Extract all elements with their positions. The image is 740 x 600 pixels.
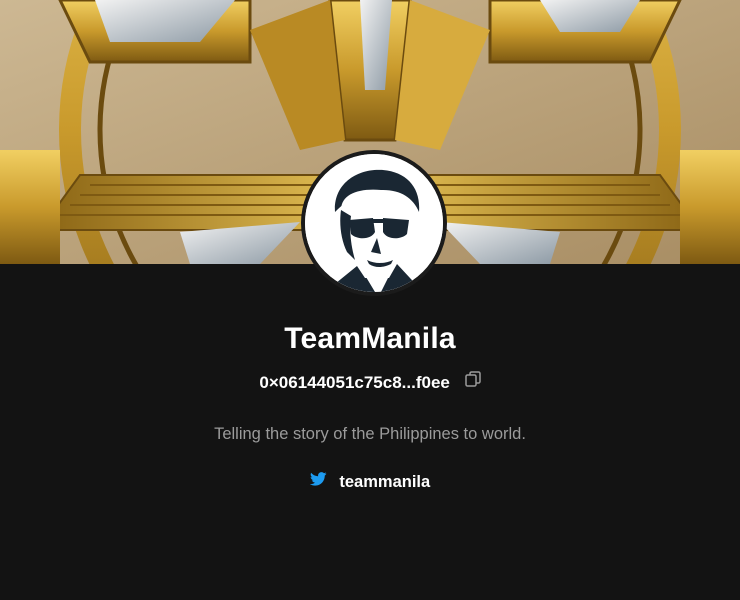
wallet-address-row: 0×06144051c75c8...f0ee — [0, 371, 740, 394]
profile-bio: Telling the story of the Philippines to … — [214, 425, 526, 443]
wallet-address: 0×06144051c75c8...f0ee — [259, 373, 450, 392]
profile-name: TeamManila — [284, 322, 456, 355]
twitter-link[interactable]: teammanila — [0, 472, 740, 492]
avatar-image — [305, 154, 443, 292]
avatar — [301, 150, 447, 296]
twitter-icon — [309, 472, 327, 491]
profile-portrait-icon — [305, 154, 443, 292]
twitter-handle: teammanila — [339, 473, 431, 491]
copy-icon[interactable] — [464, 371, 481, 392]
